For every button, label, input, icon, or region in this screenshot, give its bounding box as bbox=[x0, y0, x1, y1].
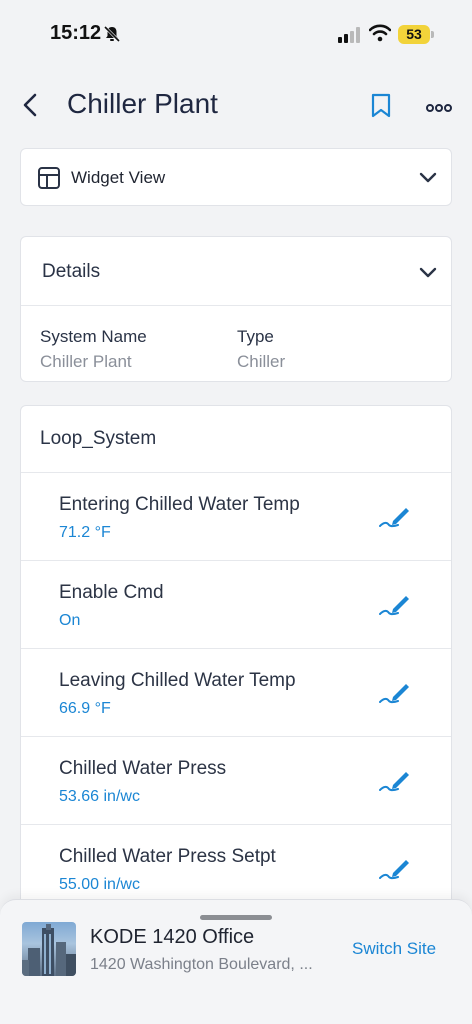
point-value: 71.2 °F bbox=[59, 524, 111, 541]
status-time: 15:12 bbox=[50, 22, 102, 44]
more-horizontal-icon[interactable] bbox=[426, 100, 452, 118]
divider bbox=[21, 305, 451, 306]
wifi-icon bbox=[368, 24, 392, 47]
point-row[interactable]: Entering Chilled Water Temp 71.2 °F bbox=[21, 472, 451, 560]
widget-view-selector[interactable]: Widget View bbox=[20, 148, 452, 206]
status-bar: 15:12 53 bbox=[0, 0, 472, 70]
point-name: Enable Cmd bbox=[59, 582, 164, 603]
details-card: Details System Name Chiller Plant Type C… bbox=[20, 236, 452, 382]
loop-system-card: Loop_System Entering Chilled Water Temp … bbox=[20, 405, 452, 925]
point-name: Chilled Water Press Setpt bbox=[59, 846, 276, 867]
point-value: On bbox=[59, 612, 81, 629]
point-row[interactable]: Chilled Water Press 53.66 in/wc bbox=[21, 736, 451, 824]
battery-indicator: 53 bbox=[398, 25, 430, 44]
widget-view-label: Widget View bbox=[71, 168, 166, 187]
site-bottom-sheet: KODE 1420 Office 1420 Washington Bouleva… bbox=[0, 899, 472, 1024]
layout-icon bbox=[37, 166, 61, 195]
page-title: Chiller Plant bbox=[67, 88, 218, 119]
point-row[interactable]: Enable Cmd On bbox=[21, 560, 451, 648]
type-value: Chiller bbox=[237, 352, 286, 371]
type-label: Type bbox=[237, 327, 274, 346]
bookmark-icon[interactable] bbox=[370, 93, 392, 124]
battery-cap bbox=[431, 31, 434, 38]
point-value: 55.00 in/wc bbox=[59, 876, 140, 893]
edit-pen-icon[interactable] bbox=[379, 857, 411, 886]
loop-system-title: Loop_System bbox=[40, 428, 157, 449]
chevron-down-icon[interactable] bbox=[419, 266, 437, 284]
bell-muted-icon bbox=[103, 25, 121, 48]
point-value: 53.66 in/wc bbox=[59, 788, 140, 805]
cellular-signal-icon bbox=[338, 27, 362, 48]
site-address: 1420 Washington Boulevard, ... bbox=[90, 956, 313, 973]
sheet-grabber[interactable] bbox=[200, 915, 272, 920]
point-row[interactable]: Leaving Chilled Water Temp 66.9 °F bbox=[21, 648, 451, 736]
edit-pen-icon[interactable] bbox=[379, 769, 411, 798]
chevron-down-icon bbox=[419, 171, 437, 189]
edit-pen-icon[interactable] bbox=[379, 681, 411, 710]
point-name: Chilled Water Press bbox=[59, 758, 227, 779]
switch-site-button[interactable]: Switch Site bbox=[352, 939, 436, 959]
edit-pen-icon[interactable] bbox=[379, 505, 411, 534]
point-value: 66.9 °F bbox=[59, 700, 111, 717]
system-name-value: Chiller Plant bbox=[40, 352, 132, 371]
point-name: Leaving Chilled Water Temp bbox=[59, 670, 296, 691]
chevron-left-icon[interactable] bbox=[20, 92, 40, 123]
site-thumbnail bbox=[22, 922, 76, 976]
details-title: Details bbox=[42, 261, 101, 282]
edit-pen-icon[interactable] bbox=[379, 593, 411, 622]
system-name-label: System Name bbox=[40, 327, 147, 346]
point-name: Entering Chilled Water Temp bbox=[59, 494, 300, 515]
site-name: KODE 1420 Office bbox=[90, 926, 255, 948]
page-header: Chiller Plant bbox=[0, 76, 472, 136]
